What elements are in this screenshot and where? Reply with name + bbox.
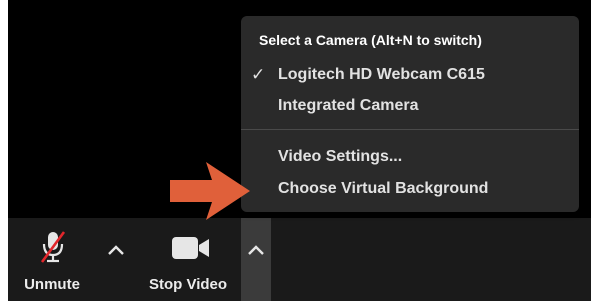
unmute-button[interactable]: Unmute [8,218,96,301]
camera-option-integrated[interactable]: Integrated Camera [241,93,579,121]
microphone-muted-icon [40,230,66,269]
unmute-label: Unmute [24,276,80,293]
video-settings-label: Video Settings... [278,148,403,165]
stop-video-label: Stop Video [148,276,228,293]
camera-menu-header: Select a Camera (Alt+N to switch) [259,32,482,48]
camera-menu: Select a Camera (Alt+N to switch) ✓ Logi… [241,16,579,212]
camera-option-label: Integrated Camera [278,97,419,114]
menu-divider [241,129,579,130]
choose-virtual-background-label: Choose Virtual Background [278,180,489,197]
meeting-toolbar: Unmute Stop Video [8,218,591,301]
chevron-up-icon [248,245,264,255]
camera-option-logitech[interactable]: ✓ Logitech HD Webcam C615 [241,62,579,90]
video-options-chevron[interactable] [241,218,271,301]
checkmark-icon: ✓ [251,65,266,84]
chevron-up-icon [108,245,124,255]
stop-video-button[interactable]: Stop Video [138,218,238,301]
camera-option-label: Logitech HD Webcam C615 [278,66,485,83]
audio-options-chevron[interactable] [101,218,131,301]
video-settings-item[interactable]: Video Settings... [241,144,579,172]
video-camera-icon [171,236,211,265]
orange-arrow-icon [168,158,252,229]
choose-virtual-background-item[interactable]: Choose Virtual Background [241,176,579,204]
